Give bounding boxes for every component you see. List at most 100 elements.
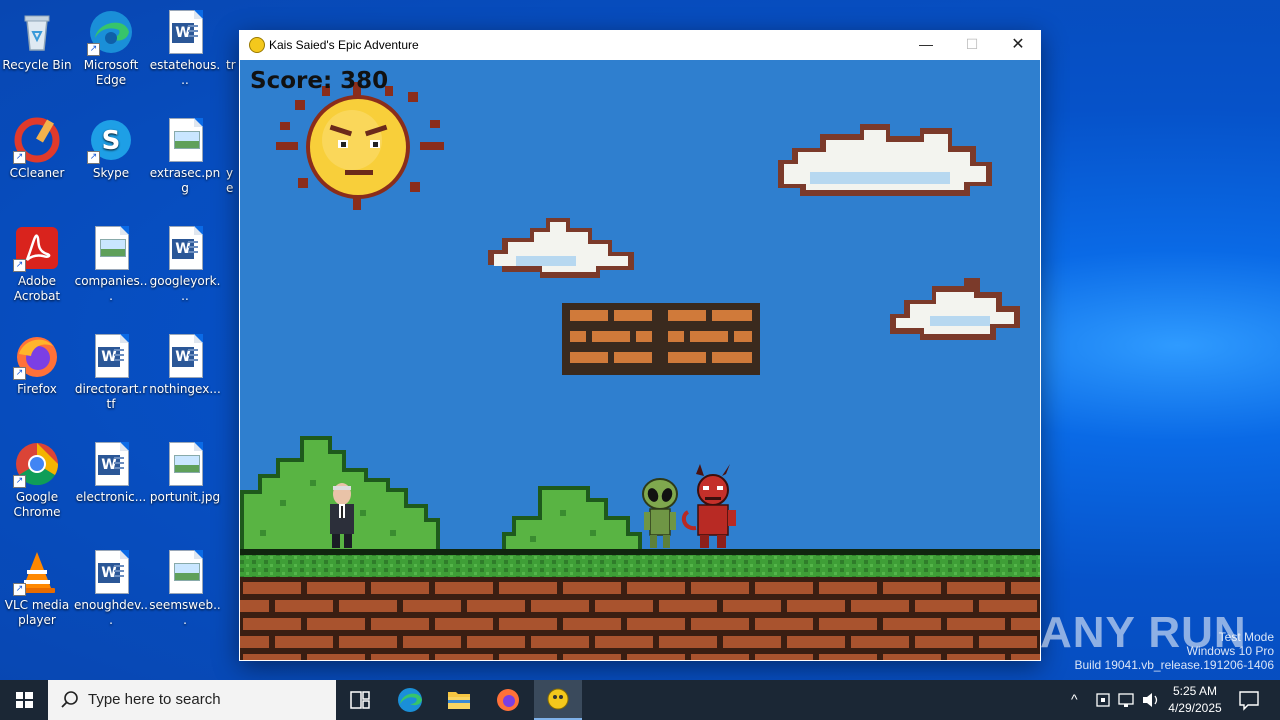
taskbar-search-box[interactable]: Type here to search [48, 680, 336, 720]
desktop-icon-recycle-bin[interactable]: Recycle Bin [0, 8, 74, 73]
ground-brick [755, 618, 813, 630]
ground-brick [371, 582, 429, 594]
ground-brick [755, 654, 813, 660]
ground-brick [499, 582, 557, 594]
ground-brick [627, 618, 685, 630]
game-canvas[interactable]: Score: 380 [240, 60, 1040, 660]
chevron-up-icon: ^ [1071, 691, 1078, 707]
ground-brick [851, 636, 909, 648]
desktop-icon-portunit[interactable]: portunit.jpg [148, 440, 222, 505]
taskbar-pygame-game[interactable] [534, 680, 582, 720]
maximize-button[interactable]: ☐ [949, 30, 995, 60]
desktop-icon-firefox[interactable]: ↗ Firefox [0, 332, 74, 397]
tray-network[interactable] [1115, 680, 1139, 720]
ground-brick [243, 654, 301, 660]
taskbar-file-explorer[interactable] [435, 680, 483, 720]
desktop-icon-label: seemsweb... [149, 598, 221, 627]
taskbar-edge[interactable] [386, 680, 434, 720]
tray-overflow-button[interactable]: ^ [1066, 680, 1090, 720]
ground-brick [307, 582, 365, 594]
ground-brick [883, 582, 941, 594]
ground-brick [787, 636, 845, 648]
word-doc-icon: W [161, 224, 209, 272]
desktop-icon-seemsweb[interactable]: seemsweb... [148, 548, 222, 628]
action-center-button[interactable] [1232, 680, 1272, 720]
desktop-icon-vlc[interactable]: ↗ VLC media player [0, 548, 74, 628]
cloud-right-mid [890, 278, 1020, 340]
desktop-icon-ye[interactable]: ye [226, 116, 240, 196]
edge-icon: ↗ [87, 8, 135, 56]
game-window[interactable]: Kais Saied's Epic Adventure — ☐ ✕ Score:… [239, 30, 1041, 661]
desktop-icon-label: ye [226, 166, 234, 195]
window-titlebar[interactable]: Kais Saied's Epic Adventure — ☐ ✕ [239, 30, 1041, 60]
skype-icon: S ↗ [87, 116, 135, 164]
window-title: Kais Saied's Epic Adventure [269, 38, 419, 52]
ground-brick [243, 618, 301, 630]
ground-brick [979, 600, 1037, 612]
ground-brick [627, 582, 685, 594]
desktop-icon-nothingex[interactable]: W nothingex... [148, 332, 222, 397]
close-button[interactable]: ✕ [995, 30, 1041, 60]
ground-brick [915, 600, 973, 612]
ground-brick [819, 582, 877, 594]
bush-middle [502, 486, 642, 549]
score-label: Score: 380 [250, 68, 389, 94]
desktop-icon-chrome[interactable]: ↗ Google Chrome [0, 440, 74, 520]
task-view-button[interactable] [336, 680, 384, 720]
minimize-button[interactable]: — [903, 30, 949, 60]
desktop-icon-googleyork[interactable]: W googleyork... [148, 224, 222, 304]
desktop-icon-label: estatehous... [149, 58, 221, 87]
desktop-icon-label: Adobe Acrobat [13, 274, 61, 303]
ground-brick [883, 654, 941, 660]
tray-app-icon[interactable] [1092, 680, 1114, 720]
desktop-icon-label: nothingex... [149, 382, 221, 396]
notification-icon [1239, 691, 1259, 711]
ground-brick [403, 600, 461, 612]
recycle-bin-icon [13, 8, 61, 56]
desktop-icon-directorart[interactable]: W directorart.rtf [74, 332, 148, 412]
image-file-icon [161, 116, 209, 164]
desktop-icon-companies[interactable]: companies... [74, 224, 148, 304]
watermark-line-3: Build 19041.vb_release.191206-1406 [1074, 658, 1275, 672]
vlc-icon: ↗ [13, 548, 61, 596]
word-doc-icon: W [87, 440, 135, 488]
desktop-icon-label: VLC media player [4, 598, 70, 627]
ground-brick [947, 654, 1005, 660]
desktop-icon-label: tr [226, 58, 236, 72]
game-scene [240, 82, 1040, 660]
tray-clock[interactable]: 5:25 AM 4/29/2025 [1165, 684, 1225, 718]
ground-brick [531, 600, 589, 612]
desktop-icon-ccleaner[interactable]: ↗ CCleaner [0, 116, 74, 181]
desktop-icon-tr[interactable]: tr [226, 8, 240, 73]
red-devil [681, 464, 736, 548]
desktop-icon-skype[interactable]: S ↗ Skype [74, 116, 148, 181]
ground-brick [1011, 654, 1040, 660]
desktop-icon-electronic[interactable]: W electronic... [74, 440, 148, 505]
cloud-left [488, 218, 634, 278]
taskbar-firefox[interactable] [484, 680, 532, 720]
ground-brick [851, 600, 909, 612]
desktop-icon-edge[interactable]: ↗ Microsoft Edge [74, 8, 148, 88]
ground-brick [240, 636, 269, 648]
desktop-icon-label: Recycle Bin [2, 58, 72, 72]
ground-brick [371, 654, 429, 660]
ground-brick [339, 636, 397, 648]
tray-volume[interactable] [1139, 680, 1163, 720]
ground-brick [563, 654, 621, 660]
pygame-app-icon [547, 688, 569, 710]
desktop-icon-acrobat[interactable]: ↗ Adobe Acrobat [0, 224, 74, 304]
start-button[interactable] [0, 680, 48, 720]
desktop-icon-enoughdev[interactable]: W enoughdev... [74, 548, 148, 628]
desktop-icon-estatehous[interactable]: W estatehous... [148, 8, 222, 88]
ground-brick [819, 654, 877, 660]
watermark-line-2: Windows 10 Pro [1186, 644, 1274, 658]
firefox-icon [497, 689, 519, 711]
ground-brick [467, 636, 525, 648]
volume-icon [1143, 693, 1158, 707]
ground-brick [723, 600, 781, 612]
ccleaner-icon: ↗ [13, 116, 61, 164]
acrobat-icon: ↗ [13, 224, 61, 272]
image-file-icon [226, 116, 240, 164]
desktop-icon-extrasec[interactable]: extrasec.png [148, 116, 222, 196]
angry-sun [276, 82, 444, 210]
